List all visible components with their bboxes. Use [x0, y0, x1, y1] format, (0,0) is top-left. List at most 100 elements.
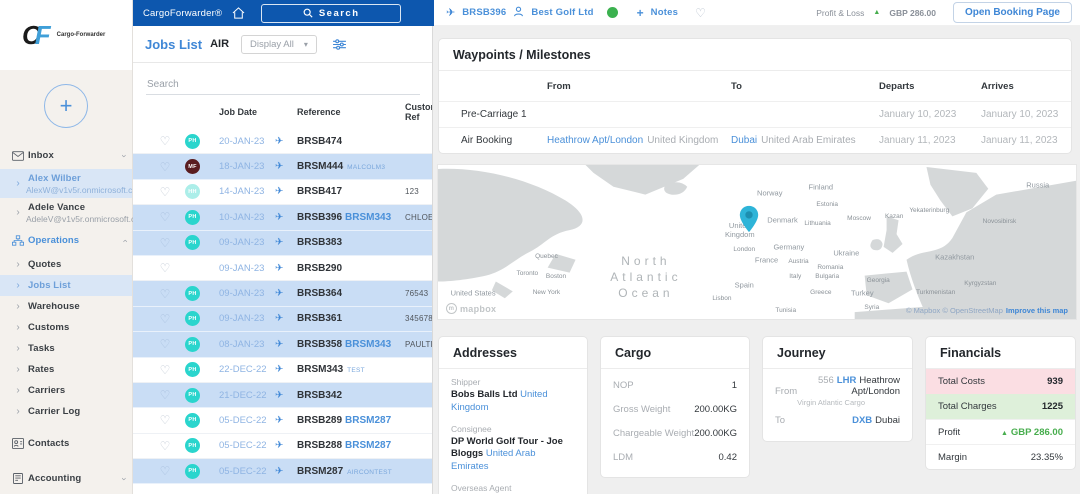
job-ref-main[interactable]: BRSM343	[297, 364, 343, 375]
job-ref-main[interactable]: BRSB288	[297, 440, 342, 451]
jobs-list-panel: Jobs List AIR Display All▾ Job Date Refe…	[133, 26, 433, 494]
job-ref-main[interactable]: BRSB358	[297, 339, 342, 350]
job-row[interactable]: ♡ PH 09-JAN-23 ✈ BRSB364 76543	[133, 281, 432, 307]
waypoint-to-link[interactable]: Dubai	[731, 135, 757, 146]
job-reference[interactable]: BRSB289 BRSM287	[297, 415, 405, 426]
job-reference[interactable]: BRSM287 AIRCONTEST	[297, 466, 405, 477]
job-reference[interactable]: BRSB383	[297, 237, 405, 248]
job-reference[interactable]: BRSB364	[297, 288, 405, 299]
job-reference[interactable]: BRSB288 BRSM287	[297, 440, 405, 451]
waypoint-from-link[interactable]: Heathrow Apt/London	[547, 135, 643, 146]
waypoints-card: Waypoints / Milestones From To Departs A…	[438, 38, 1072, 154]
job-row[interactable]: ♡PH08-JAN-23✈BRSB358BRSM343PAULTEST555	[133, 332, 432, 358]
job-reference[interactable]: BRSB342	[297, 390, 405, 401]
job-row[interactable]: ♡PH10-JAN-23✈BRSB396BRSM343CHLOETESTTLC	[133, 205, 432, 231]
global-search-button[interactable]: Search	[261, 3, 402, 23]
sidebar-item-carrier-log[interactable]: › Carrier Log	[0, 401, 132, 422]
sidebar-item-carriers[interactable]: › Carriers	[0, 380, 132, 401]
sidebar-item-operations[interactable]: Operations ›	[0, 227, 132, 254]
waypoint-row[interactable]: Pre-Carriage 1 January 10, 2023 January 10…	[439, 101, 1071, 127]
job-reference[interactable]: BRSB290	[297, 263, 405, 274]
favourite-icon[interactable]: ♡	[145, 312, 185, 326]
job-reference[interactable]: BRSB361	[297, 313, 405, 324]
open-booking-page-button[interactable]: Open Booking Page	[952, 2, 1072, 23]
booking-ref-link[interactable]: BRSB396	[462, 7, 506, 18]
job-ref-master-link[interactable]: BRSM287	[345, 415, 391, 426]
favourite-icon[interactable]: ♡	[145, 337, 185, 351]
sidebar-item-alex-wilber[interactable]: › Alex Wilber AlexW@v1v5r.onmicrosoft.c...	[0, 169, 140, 198]
financial-amount: 23.35%	[1030, 451, 1063, 463]
cargo-value: 0.42	[718, 451, 738, 463]
job-row[interactable]: ♡ PH 22-DEC-22 ✈ BRSM343 TEST	[133, 358, 432, 383]
sidebar-item-tasks[interactable]: › Tasks	[0, 338, 132, 359]
job-ref-main[interactable]: BRSB289	[297, 415, 342, 426]
job-row[interactable]: ♡ PH 20-JAN-23 ✈ BRSB474	[133, 129, 432, 155]
sidebar-item-inbox[interactable]: Inbox ›	[0, 142, 132, 169]
job-row[interactable]: ♡ PH 21-DEC-22 ✈ BRSB342	[133, 382, 432, 409]
job-ref-main[interactable]: BRSB396	[297, 212, 342, 223]
favourite-icon[interactable]: ♡	[145, 439, 185, 453]
job-ref-main[interactable]: BRSB383	[297, 237, 342, 248]
favourite-icon[interactable]: ♡	[145, 236, 185, 250]
favourite-icon[interactable]: ♡	[145, 287, 185, 301]
sidebar-item-contacts[interactable]: Contacts	[0, 430, 132, 457]
favourite-icon[interactable]: ♡	[145, 388, 185, 402]
sidebar-item-quotes[interactable]: › Quotes	[0, 254, 132, 275]
job-ref-main[interactable]: BRSB342	[297, 390, 342, 401]
sidebar-item-adele-vance[interactable]: › Adele Vance AdeleV@v1v5r.onmicrosoft.c..…	[0, 198, 142, 227]
job-ref-master-link[interactable]: BRSM287	[345, 440, 391, 451]
job-row[interactable]: ♡ PH 05-DEC-22 ✈ BRSM287 AIRCONTEST	[133, 459, 432, 485]
jobs-search-input[interactable]	[146, 77, 420, 95]
job-date: 14-JAN-23	[219, 186, 265, 198]
job-row[interactable]: ♡ PH 05-DEC-22 ✈ BRSB289 BRSM287	[133, 408, 432, 434]
sidebar-item-customs[interactable]: › Customs	[0, 317, 132, 338]
favourite-icon[interactable]: ♡	[695, 6, 706, 20]
notes-button[interactable]: Notes	[651, 7, 678, 18]
job-row[interactable]: ♡ PH 09-JAN-23 ✈ BRSB361 345678	[133, 306, 432, 333]
favourite-icon[interactable]: ♡	[145, 134, 185, 148]
sidebar-item-accounting[interactable]: Accounting ›	[0, 465, 132, 492]
job-ref-main[interactable]: BRSB290	[297, 263, 342, 274]
origin-airport-code[interactable]: LHR	[837, 375, 857, 386]
job-ref-main[interactable]: BRSB417	[297, 186, 342, 197]
favourite-icon[interactable]: ♡	[145, 413, 185, 427]
add-job-button[interactable]: +	[44, 84, 88, 128]
job-ref-main[interactable]: BRSB474	[297, 136, 342, 147]
home-icon[interactable]	[232, 7, 245, 19]
improve-map-link[interactable]: Improve this map	[1006, 306, 1068, 315]
customer-link[interactable]: Best Golf Ltd	[531, 7, 593, 18]
job-reference[interactable]: BRSB417	[297, 186, 405, 197]
owner-badge: PH	[185, 311, 219, 327]
job-reference[interactable]: BRSB396 BRSM343	[297, 212, 405, 223]
job-ref-main[interactable]: BRSM444	[297, 161, 343, 172]
job-row[interactable]: ♡ MF 18-JAN-23 ✈ BRSM444 MALCOLM3	[133, 154, 432, 180]
job-row[interactable]: ♡ PH 09-JAN-23 ✈ BRSB383	[133, 230, 432, 256]
sidebar-item-rates[interactable]: › Rates	[0, 359, 132, 380]
job-ref-main[interactable]: BRSB364	[297, 288, 342, 299]
favourite-icon[interactable]: ♡	[145, 185, 185, 199]
waypoint-row[interactable]: Air Booking Heathrow Apt/London United Kin…	[439, 127, 1071, 153]
filter-icon[interactable]	[332, 38, 346, 50]
job-row[interactable]: ♡ PH 05-DEC-22 ✈ BRSB288 BRSM287	[133, 434, 432, 460]
job-reference[interactable]: BRSM444 MALCOLM3	[297, 161, 405, 172]
sidebar-item-warehouse[interactable]: › Warehouse	[0, 296, 132, 317]
favourite-icon[interactable]: ♡	[145, 210, 185, 224]
favourite-icon[interactable]: ♡	[145, 261, 185, 275]
favourite-icon[interactable]: ♡	[145, 160, 185, 174]
favourite-icon[interactable]: ♡	[145, 363, 185, 377]
sidebar-item-jobs-list[interactable]: › Jobs List	[0, 275, 132, 296]
job-ref-main[interactable]: BRSM287	[297, 466, 343, 477]
display-filter-dropdown[interactable]: Display All ▾	[241, 34, 317, 54]
job-ref-master-link[interactable]: BRSM343	[345, 339, 391, 350]
job-row[interactable]: ♡ HH 14-JAN-23 ✈ BRSB417 123	[133, 180, 432, 206]
job-ref-main[interactable]: BRSB361	[297, 313, 342, 324]
job-reference[interactable]: BRSM343 TEST	[297, 364, 405, 375]
route-map[interactable]: North Atlantic Ocean Finland Norway Russia Es…	[437, 164, 1077, 320]
favourite-icon[interactable]: ♡	[145, 464, 185, 478]
job-reference[interactable]: BRSB474	[297, 136, 405, 147]
job-ref-master-link[interactable]: BRSM343	[345, 212, 391, 223]
destination-airport-code[interactable]: DXB	[852, 415, 872, 426]
job-row[interactable]: ♡ 09-JAN-23 ✈ BRSB290	[133, 256, 432, 282]
job-reference[interactable]: BRSB358 BRSM343	[297, 339, 405, 350]
owner-badge-initials: PH	[185, 286, 200, 302]
